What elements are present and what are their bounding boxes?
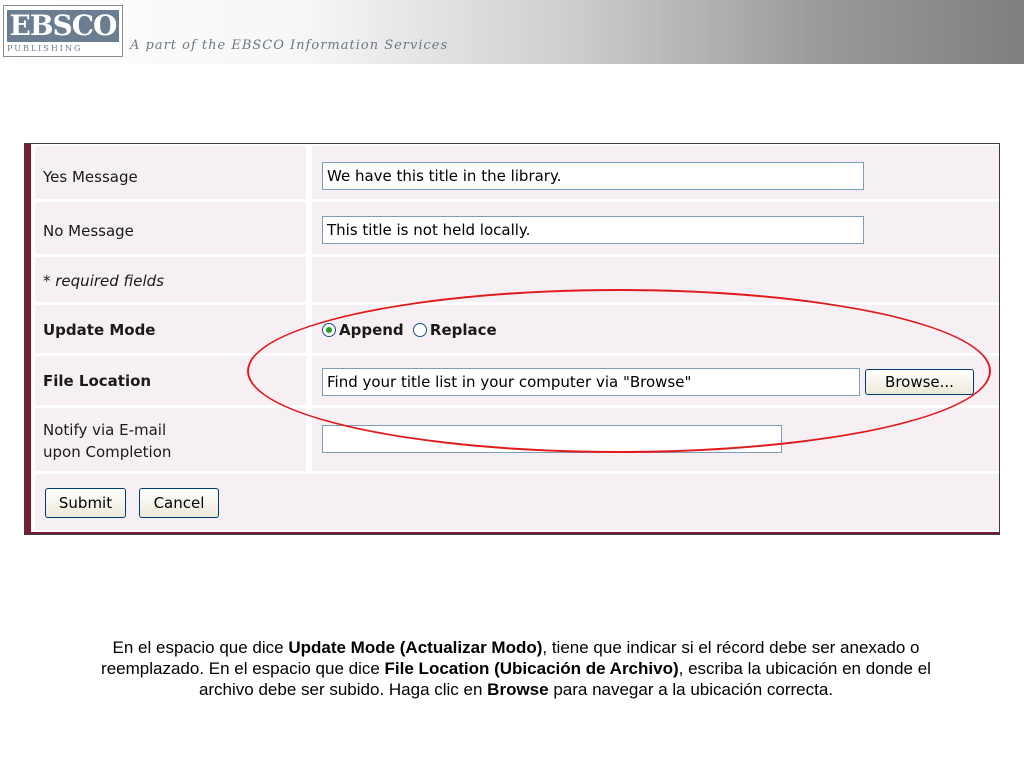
caption-bold-update-mode: Update Mode (Actualizar Modo) (288, 638, 543, 657)
no-message-label: No Message (43, 222, 134, 240)
replace-radio[interactable] (412, 323, 427, 337)
update-mode-radio-group: Append Replace (322, 321, 501, 339)
row-required-note: * required fields (35, 257, 999, 305)
notify-label-line2: upon Completion (43, 443, 172, 461)
header-banner: EBSCO PUBLISHING A part of the EBSCO Inf… (0, 0, 1024, 64)
logo-wordmark: EBSCO (7, 10, 119, 42)
notify-email-input[interactable] (322, 425, 782, 453)
row-notify-email: Notify via E-mail upon Completion (35, 408, 999, 474)
row-yes-message: Yes Message We have this title in the li… (35, 146, 999, 202)
no-message-input[interactable]: This title is not held locally. (322, 216, 864, 244)
ebsco-logo: EBSCO PUBLISHING (3, 5, 123, 57)
slide-caption: En el espacio que dice Update Mode (Actu… (88, 637, 944, 700)
submit-button[interactable]: Submit (45, 488, 126, 518)
panel-left-accent (25, 144, 31, 534)
file-location-input[interactable]: Find your title list in your computer vi… (322, 368, 860, 396)
logo-subtitle: PUBLISHING (7, 44, 83, 53)
row-update-mode: Update Mode Append Replace (35, 305, 999, 356)
update-mode-label: Update Mode (43, 321, 156, 339)
panel-bottom-accent (25, 532, 999, 534)
caption-bold-file-location: File Location (Ubicación de Archivo) (384, 659, 679, 678)
yes-message-label: Yes Message (43, 168, 138, 186)
yes-message-input[interactable]: We have this title in the library. (322, 162, 864, 190)
replace-label[interactable]: Replace (430, 321, 497, 339)
settings-form-panel: Yes Message We have this title in the li… (24, 143, 1000, 535)
notify-label-line1: Notify via E-mail (43, 421, 167, 439)
row-file-location: File Location Find your title list in yo… (35, 356, 999, 408)
row-no-message: No Message This title is not held locall… (35, 202, 999, 257)
required-fields-note: * required fields (43, 272, 164, 290)
caption-text-1: En el espacio que dice (112, 638, 289, 657)
cancel-button[interactable]: Cancel (139, 488, 219, 518)
header-tagline: A part of the EBSCO Information Services (130, 38, 449, 53)
file-location-label: File Location (43, 372, 152, 390)
form-actions: Submit Cancel (35, 474, 999, 530)
browse-button[interactable]: Browse... (865, 369, 974, 395)
caption-bold-browse: Browse (487, 680, 549, 699)
append-radio[interactable] (322, 323, 336, 337)
append-label[interactable]: Append (339, 321, 404, 339)
caption-text-4: para navegar a la ubicación correcta. (548, 680, 834, 699)
